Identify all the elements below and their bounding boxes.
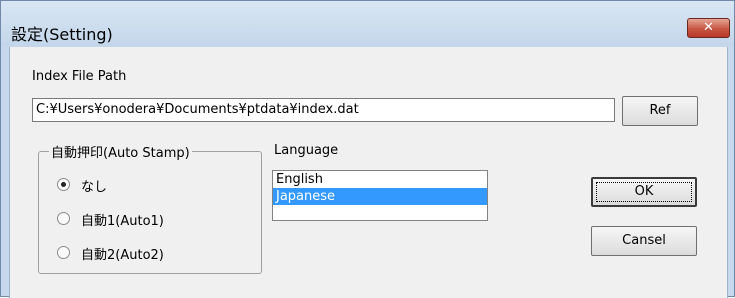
close-icon: ✕ [703,20,714,35]
language-option-english[interactable]: English [273,171,487,188]
index-file-path-input[interactable]: C:¥Users¥onodera¥Documents¥ptdata¥index.… [32,98,615,122]
radio-label: 自動1(Auto1) [81,214,164,229]
language-option-japanese[interactable]: Japanese [273,188,487,205]
ok-button[interactable]: OK [591,177,697,207]
settings-dialog: 設定(Setting) ✕ Index File Path C:¥Users¥o… [0,0,735,298]
window-title: 設定(Setting) [11,25,113,44]
radio-label: 自動2(Auto2) [81,248,164,263]
index-file-path-label: Index File Path [32,69,127,84]
cancel-button[interactable]: Cansel [591,226,697,256]
ref-button[interactable]: Ref [622,96,698,126]
auto-stamp-group: 自動押印(Auto Stamp) なし 自動1(Auto1) 自動2(Auto2… [38,142,262,274]
close-button[interactable]: ✕ [687,18,730,38]
focus-rectangle [596,182,692,202]
radio-button[interactable] [57,212,70,225]
auto-stamp-legend: 自動押印(Auto Stamp) [49,142,192,161]
title-bar[interactable]: 設定(Setting) ✕ [1,1,734,47]
radio-label: なし [81,180,108,195]
language-label: Language [274,143,339,158]
language-listbox[interactable]: English Japanese [272,170,488,221]
radio-button[interactable] [57,246,70,259]
dialog-body: Index File Path C:¥Users¥onodera¥Documen… [9,47,728,298]
radio-button-checked[interactable] [57,178,70,191]
